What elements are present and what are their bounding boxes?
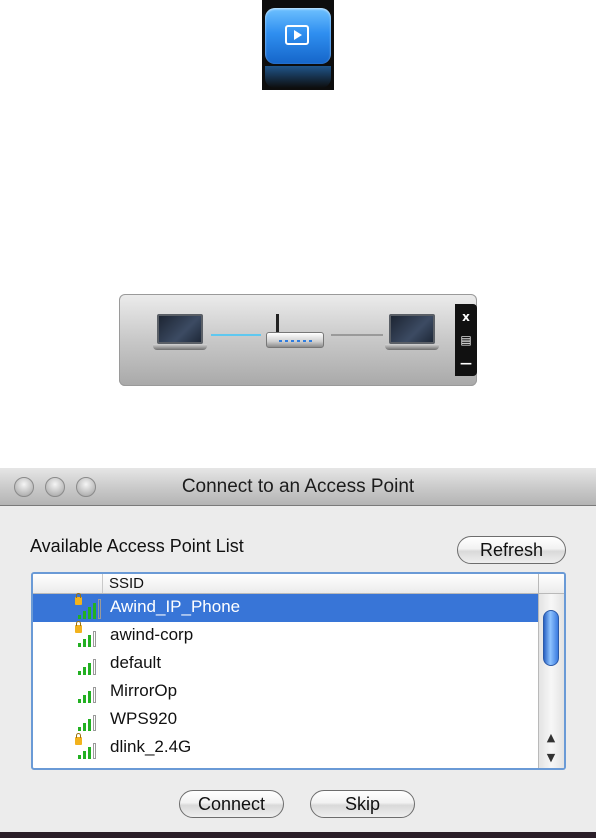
signal-icon xyxy=(75,653,105,675)
table-row[interactable]: dlink_2.4G xyxy=(33,733,538,762)
widget-controls: x ▤ — xyxy=(455,304,477,376)
ssid-column-header[interactable]: SSID xyxy=(109,575,144,592)
ssid-text: MirrorOp xyxy=(110,681,178,700)
scroll-up-icon[interactable]: ▲ xyxy=(539,728,563,748)
table-row[interactable]: Awind_IP_Phone xyxy=(33,593,538,622)
ssid-text: awind-corp xyxy=(110,625,194,644)
scroll-down-icon[interactable]: ▼ xyxy=(539,748,563,768)
ssid-text: Awind_IP_Phone xyxy=(110,597,241,616)
table-row[interactable]: WPS920 xyxy=(33,706,538,734)
table-header[interactable]: SSID xyxy=(33,574,538,594)
app-icon[interactable] xyxy=(262,0,334,90)
table-row[interactable]: default xyxy=(33,650,538,678)
signal-icon xyxy=(75,709,105,731)
link-line-active xyxy=(211,334,261,336)
minimize-icon[interactable]: — xyxy=(455,354,477,372)
title-bar: Connect to an Access Point xyxy=(0,468,596,506)
connection-status-widget: x ▤ — xyxy=(119,294,477,386)
ssid-text: default xyxy=(110,653,162,672)
connect-access-point-window: Connect to an Access Point Available Acc… xyxy=(0,468,596,838)
ssid-text: WPS920 xyxy=(110,709,178,728)
router-icon xyxy=(266,314,324,354)
vertical-scrollbar[interactable]: ▲ ▼ xyxy=(538,594,564,768)
signal-locked-icon xyxy=(75,733,105,759)
refresh-button[interactable]: Refresh xyxy=(457,536,566,564)
signal-icon xyxy=(75,681,105,703)
source-laptop-icon xyxy=(153,314,207,354)
scroll-thumb[interactable] xyxy=(543,610,559,666)
signal-locked-icon xyxy=(75,621,105,647)
receiver-laptop-icon xyxy=(385,314,439,354)
display-icon xyxy=(265,8,331,64)
connect-button[interactable]: Connect xyxy=(179,790,284,818)
skip-button[interactable]: Skip xyxy=(310,790,415,818)
list-label: Available Access Point List xyxy=(30,536,244,556)
signal-locked-icon xyxy=(75,593,105,619)
close-icon[interactable]: x xyxy=(455,308,477,326)
window-title: Connect to an Access Point xyxy=(181,476,415,497)
table-row[interactable]: MirrorOp xyxy=(33,678,538,706)
table-row[interactable]: awind-corp xyxy=(33,621,538,650)
ssid-text: dlink_2.4G xyxy=(110,737,192,756)
link-line-idle xyxy=(331,334,383,336)
access-point-table[interactable]: SSID Awind_IP_Phone awind-corp default M… xyxy=(31,572,566,770)
menu-icon[interactable]: ▤ xyxy=(455,331,477,349)
